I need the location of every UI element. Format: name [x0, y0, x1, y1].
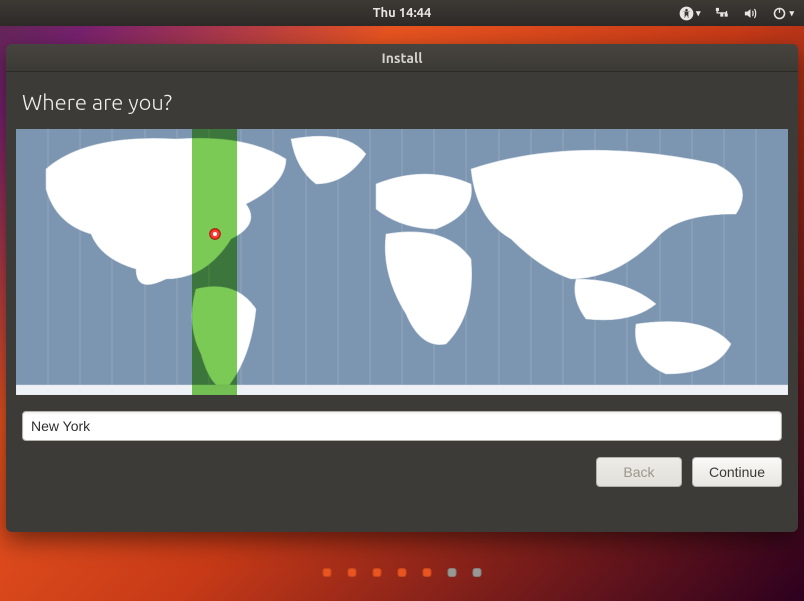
- clock-label: Thu 14:44: [373, 6, 432, 20]
- progress-dot: [448, 568, 457, 577]
- location-pin-icon: [208, 227, 222, 241]
- timezone-highlight-band: [192, 129, 237, 395]
- volume-icon[interactable]: [743, 6, 758, 21]
- installer-window: Install Where are you?: [6, 44, 798, 532]
- accessibility-icon[interactable]: ▾: [679, 6, 701, 21]
- timezone-map[interactable]: [16, 129, 788, 395]
- progress-dot: [398, 568, 407, 577]
- power-icon[interactable]: ▾: [772, 6, 794, 21]
- timezone-input[interactable]: [22, 411, 782, 441]
- progress-dot: [323, 568, 332, 577]
- progress-dots: [323, 568, 482, 577]
- window-titlebar[interactable]: Install: [6, 44, 798, 72]
- progress-dot: [473, 568, 482, 577]
- progress-dot: [423, 568, 432, 577]
- top-bar-status-area: ▾ ▾: [679, 6, 794, 21]
- progress-dot: [373, 568, 382, 577]
- back-button[interactable]: Back: [596, 457, 682, 487]
- page-title: Where are you?: [16, 90, 788, 115]
- top-menu-bar: Thu 14:44 ▾ ▾: [0, 0, 804, 26]
- network-icon[interactable]: [714, 6, 729, 21]
- progress-dot: [348, 568, 357, 577]
- continue-button[interactable]: Continue: [692, 457, 782, 487]
